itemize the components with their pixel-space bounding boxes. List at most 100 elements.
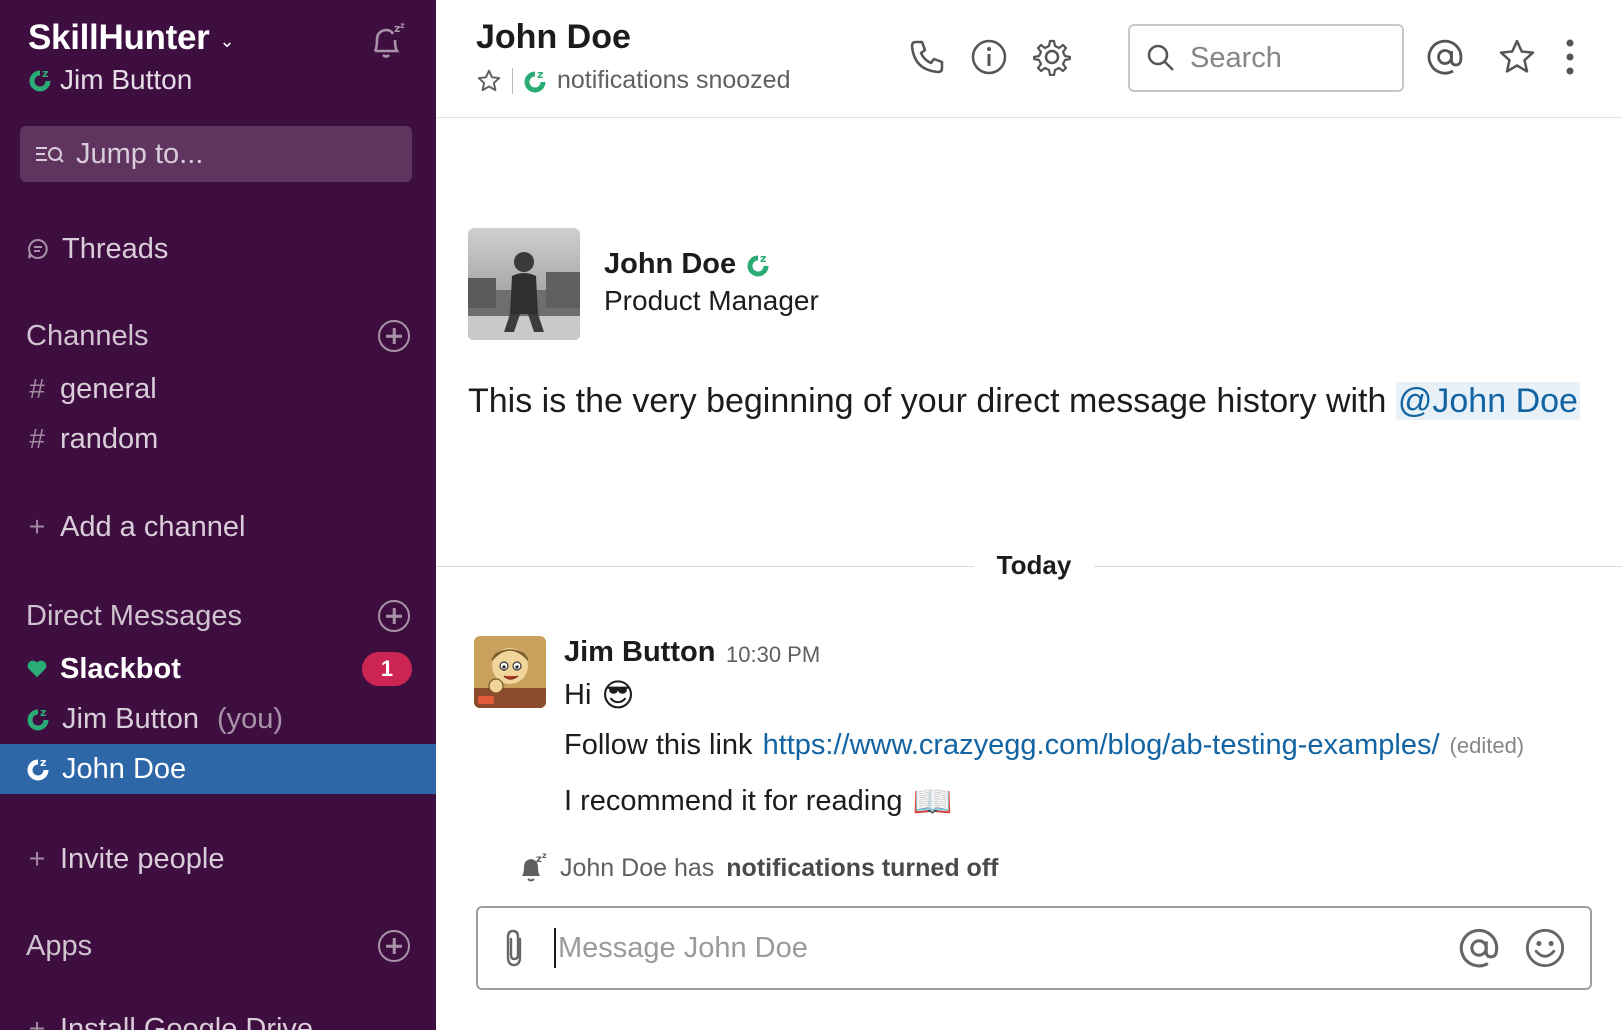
- mentions-icon[interactable]: [1426, 38, 1464, 76]
- add-channel-button[interactable]: + Add a channel: [0, 502, 436, 552]
- message-timestamp[interactable]: 10:30 PM: [726, 642, 820, 668]
- snoozed-presence-icon: z: [27, 756, 49, 781]
- sidebar-item-label: John Doe: [62, 752, 187, 785]
- svg-text:z: z: [42, 67, 48, 80]
- divider: [512, 67, 513, 94]
- sidebar-item-label: Invite people: [60, 842, 225, 875]
- add-channel-plus-icon[interactable]: [378, 320, 410, 352]
- profile-name-text[interactable]: John Doe: [604, 248, 736, 281]
- main-pane: John Doe z notifications snoozed Search …: [436, 0, 1622, 1030]
- svg-text:z: z: [537, 68, 543, 81]
- svg-text:z: z: [400, 21, 405, 30]
- channels-heading[interactable]: Channels: [26, 320, 149, 353]
- snoozed-bell-icon[interactable]: z z: [366, 20, 408, 62]
- jump-to-button[interactable]: Jump to...: [20, 126, 412, 182]
- search-placeholder: Search: [1190, 41, 1282, 74]
- snoozed-presence-icon: z: [747, 252, 769, 276]
- sidebar-item-threads[interactable]: Threads: [0, 224, 436, 274]
- apps-section-header[interactable]: Apps: [26, 924, 410, 968]
- profile-role: Product Manager: [604, 285, 819, 316]
- sidebar-item-label: Slackbot: [60, 652, 181, 685]
- channel-header: John Doe z notifications snoozed Search: [436, 0, 1622, 118]
- snoozed-presence-icon: z: [524, 68, 546, 92]
- snoozed-bell-icon: z z: [522, 852, 547, 882]
- more-vertical-icon[interactable]: [1560, 38, 1580, 76]
- channels-section-header[interactable]: Channels: [26, 314, 410, 358]
- snoozed-presence-icon: z: [27, 706, 49, 731]
- message-input[interactable]: [554, 928, 1458, 968]
- search-icon: [1147, 44, 1174, 71]
- sidebar-item-general[interactable]: # general: [0, 364, 436, 414]
- add-dm-plus-icon[interactable]: [378, 600, 410, 632]
- notice-bold: notifications turned off: [726, 853, 999, 882]
- paperclip-icon[interactable]: [500, 927, 530, 969]
- sidebar-item-install-app[interactable]: + Install Google Drive: [0, 1004, 436, 1030]
- plus-icon: +: [28, 1013, 46, 1030]
- apps-heading[interactable]: Apps: [26, 930, 92, 963]
- svg-text:z: z: [40, 756, 46, 769]
- star-icon[interactable]: [476, 68, 502, 94]
- add-app-plus-icon[interactable]: [378, 930, 410, 962]
- svg-text:z: z: [760, 252, 766, 265]
- profile-name[interactable]: John Doe z: [604, 248, 770, 281]
- status-text: notifications snoozed: [557, 66, 791, 94]
- profile-photo[interactable]: [468, 228, 580, 340]
- sidebar-item-label: Jim Button: [62, 702, 199, 735]
- sidebar-item-john-doe[interactable]: z John Doe: [0, 744, 436, 794]
- dm-section-header[interactable]: Direct Messages: [26, 594, 410, 638]
- mention-icon[interactable]: [1458, 927, 1500, 969]
- sunglasses-emoji-icon: 😎: [601, 677, 635, 713]
- hash-icon: #: [29, 423, 45, 454]
- sidebar-item-label: Add a channel: [60, 510, 246, 543]
- dm-intro-text: This is the very beginning of your direc…: [468, 374, 1588, 428]
- avatar[interactable]: [474, 636, 546, 708]
- sidebar-item-label: Threads: [62, 232, 169, 265]
- profile-photo-image: [468, 228, 580, 340]
- edited-label: (edited): [1449, 732, 1525, 758]
- workspace-header[interactable]: SkillHunter ⌄ z z z Jim Button: [28, 18, 408, 108]
- message-author[interactable]: Jim Button: [564, 636, 715, 669]
- sidebar-item-jim-button[interactable]: z Jim Button (you): [0, 694, 436, 744]
- message-line-2: Follow this link https://www.crazyegg.co…: [564, 729, 1524, 762]
- message-text: Follow this link: [564, 729, 753, 761]
- dm-heading[interactable]: Direct Messages: [26, 600, 242, 633]
- emoji-icon[interactable]: [1524, 927, 1566, 969]
- channel-subheader: z notifications snoozed: [476, 66, 790, 95]
- snoozed-presence-icon: z: [29, 67, 51, 92]
- jump-search-icon: [36, 147, 64, 163]
- message-composer[interactable]: [476, 906, 1592, 990]
- channel-title[interactable]: John Doe: [476, 18, 631, 57]
- gear-icon[interactable]: [1033, 38, 1071, 76]
- invite-people-button[interactable]: + Invite people: [0, 834, 436, 884]
- sidebar-item-label: random: [60, 422, 159, 455]
- jump-label: Jump to...: [76, 137, 204, 170]
- hash-icon: #: [29, 373, 45, 404]
- message-line-1: Hi 😎: [564, 676, 635, 714]
- user-mention-link[interactable]: @John Doe: [1395, 382, 1580, 420]
- sidebar-item-slackbot[interactable]: Slackbot 1: [0, 644, 436, 694]
- message-text: Hi: [564, 678, 592, 711]
- workspace-name[interactable]: SkillHunter: [28, 18, 210, 58]
- sidebar-item-label: general: [60, 372, 157, 405]
- sidebar-item-random[interactable]: # random: [0, 414, 436, 464]
- phone-icon[interactable]: [908, 38, 946, 76]
- svg-text:z: z: [542, 852, 547, 860]
- notification-notice: z z John Doe has notifications turned of…: [516, 852, 998, 884]
- threads-icon: [28, 238, 48, 259]
- info-icon[interactable]: [970, 38, 1008, 76]
- sidebar-item-label: Install Google Drive: [60, 1012, 314, 1030]
- notice-prefix: John Doe has: [560, 853, 715, 882]
- plus-icon: +: [28, 843, 46, 874]
- message-link[interactable]: https://www.crazyegg.com/blog/ab-testing…: [763, 729, 1440, 762]
- plus-icon: +: [28, 511, 46, 542]
- sidebar: SkillHunter ⌄ z z z Jim Button Jump to..…: [0, 0, 436, 1030]
- app: SkillHunter ⌄ z z z Jim Button Jump to..…: [0, 0, 1622, 1030]
- date-divider-label[interactable]: Today: [974, 550, 1094, 581]
- you-suffix: (you): [217, 702, 284, 735]
- starred-items-icon[interactable]: [1498, 38, 1536, 76]
- message-line-3: I recommend it for reading 📖: [564, 782, 952, 820]
- unread-badge: 1: [362, 652, 412, 686]
- svg-text:z: z: [40, 706, 46, 719]
- avatar-image: [474, 636, 546, 708]
- search-box[interactable]: Search: [1128, 24, 1404, 92]
